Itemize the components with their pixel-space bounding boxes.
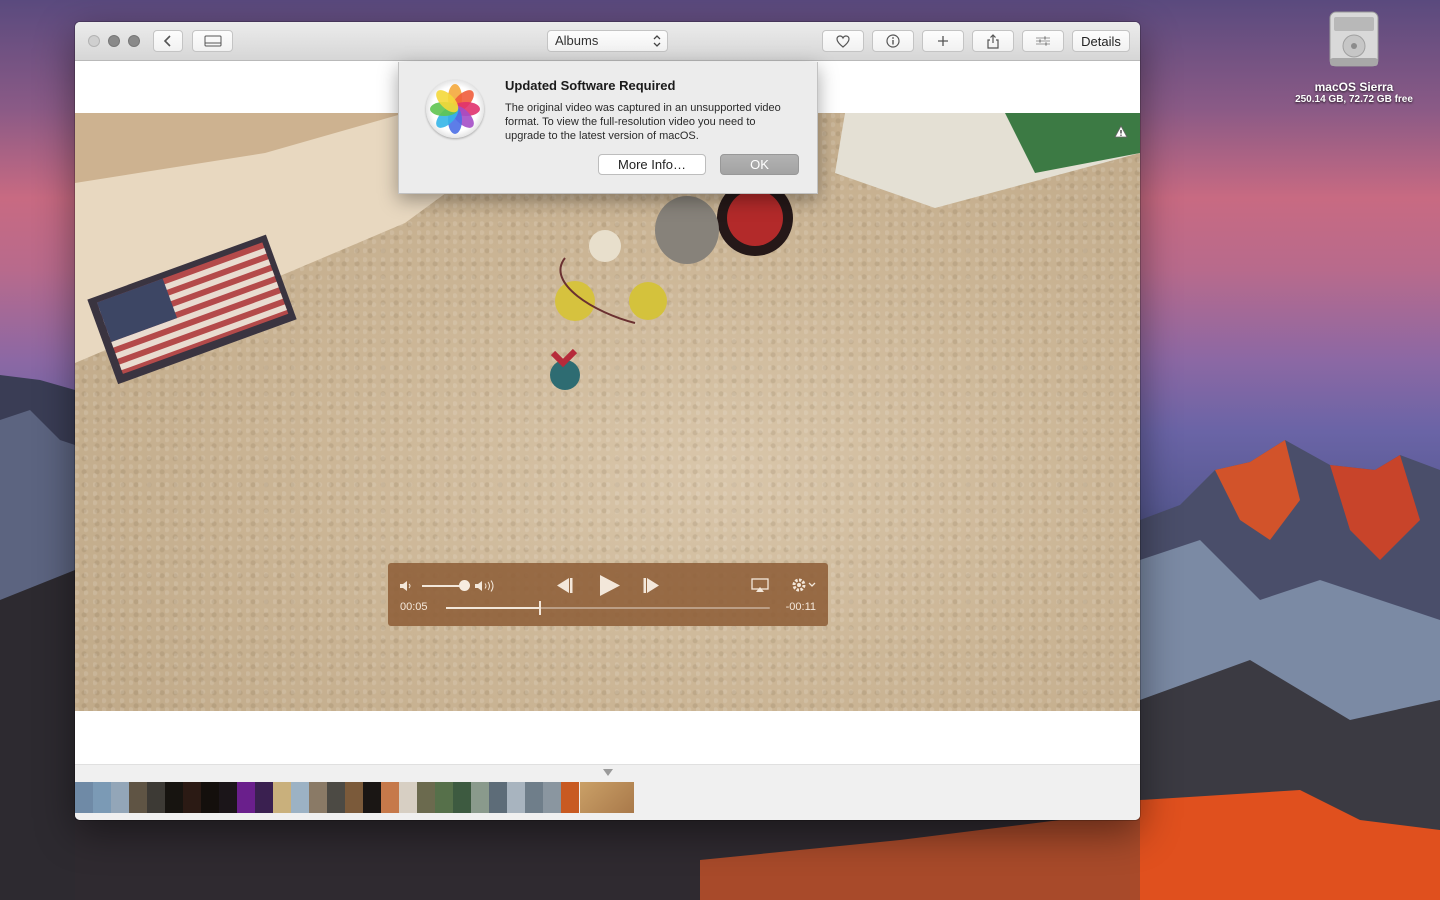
- plus-icon: [938, 36, 948, 46]
- filmstrip-thumbnail[interactable]: [327, 782, 345, 813]
- warning-icon: [1114, 125, 1128, 138]
- filmstrip-thumbnail[interactable]: [201, 782, 219, 813]
- more-info-button[interactable]: More Info…: [598, 154, 706, 175]
- play-icon[interactable]: [598, 574, 622, 597]
- filmstrip-thumbnail[interactable]: [471, 782, 489, 813]
- current-time: 00:05: [400, 601, 428, 613]
- ok-button[interactable]: OK: [720, 154, 799, 175]
- alert-message: The original video was captured in an un…: [505, 102, 781, 142]
- filmstrip-thumbnail[interactable]: [147, 782, 165, 813]
- filmstrip-thumbnail[interactable]: [507, 782, 525, 813]
- info-button[interactable]: [872, 30, 914, 52]
- skip-back-icon[interactable]: [553, 577, 573, 594]
- scrubber[interactable]: [446, 601, 770, 615]
- volume-slider[interactable]: [422, 585, 464, 587]
- filmstrip-thumbnail[interactable]: [399, 782, 417, 813]
- heart-icon: [836, 34, 850, 48]
- scrubber-progress: [446, 607, 540, 609]
- filmstrip-thumbnail[interactable]: [129, 782, 147, 813]
- alert-title: Updated Software Required: [505, 78, 676, 93]
- volume-high-icon: [475, 580, 494, 592]
- filmstrip-thumbnail[interactable]: [237, 782, 255, 813]
- albums-popup[interactable]: Albums: [547, 30, 668, 52]
- filmstrip-thumbnail[interactable]: [363, 782, 381, 813]
- desktop-drive-macos-sierra[interactable]: macOS Sierra 250.14 GB, 72.72 GB free: [1295, 8, 1413, 105]
- filmstrip-thumbnails: [75, 782, 579, 813]
- hard-drive-icon: [1326, 8, 1382, 70]
- filmstrip-thumbnail[interactable]: [111, 782, 129, 813]
- filmstrip-thumbnail[interactable]: [381, 782, 399, 813]
- video-viewer[interactable]: 00:05 -00:11: [75, 113, 1140, 711]
- photos-window: Albums Details 00:05 -00:11 Updated Soft…: [75, 22, 1140, 820]
- chevron-left-icon: [163, 35, 171, 47]
- scrubber-playhead[interactable]: [538, 601, 541, 615]
- drive-name: macOS Sierra: [1314, 80, 1394, 94]
- favorite-button[interactable]: [822, 30, 864, 52]
- current-photo-pointer-icon: [603, 769, 613, 776]
- volume-slider-knob[interactable]: [459, 580, 470, 591]
- filmstrip-thumbnail[interactable]: [489, 782, 507, 813]
- share-button[interactable]: [972, 30, 1014, 52]
- sliders-icon: [1036, 36, 1050, 46]
- albums-popup-label: Albums: [555, 33, 599, 48]
- photos-app-icon: [426, 80, 484, 138]
- info-icon: [886, 34, 900, 48]
- filmstrip-thumbnail[interactable]: [309, 782, 327, 813]
- toggle-sidebar-button[interactable]: [192, 30, 233, 52]
- details-label: Details: [1081, 33, 1121, 49]
- share-icon: [987, 33, 999, 49]
- airplay-icon[interactable]: [751, 578, 769, 593]
- filmstrip-thumbnail[interactable]: [183, 782, 201, 813]
- filmstrip-thumbnail[interactable]: [561, 782, 579, 813]
- back-button[interactable]: [153, 30, 183, 52]
- filmstrip-thumbnail[interactable]: [93, 782, 111, 813]
- updown-chevron-icon: [653, 35, 661, 47]
- details-button[interactable]: Details: [1072, 30, 1130, 52]
- filmstrip-thumbnail[interactable]: [273, 782, 291, 813]
- filmstrip-thumbnail[interactable]: [255, 782, 273, 813]
- alert-sheet: Updated Software Required The original v…: [398, 62, 818, 194]
- filmstrip-thumbnail[interactable]: [219, 782, 237, 813]
- filmstrip-thumbnail[interactable]: [75, 782, 93, 813]
- minimize-button[interactable]: [108, 35, 120, 47]
- playback-controls: 00:05 -00:11: [388, 563, 828, 626]
- edit-adjust-button[interactable]: [1022, 30, 1064, 52]
- gear-menu-icon[interactable]: [791, 577, 817, 593]
- skip-forward-icon[interactable]: [643, 577, 663, 594]
- toolbar: Albums Details: [75, 22, 1140, 61]
- filmstrip-thumbnail[interactable]: [165, 782, 183, 813]
- filmstrip: [75, 764, 1140, 820]
- filmstrip-thumbnail[interactable]: [453, 782, 471, 813]
- close-button[interactable]: [88, 35, 100, 47]
- volume-low-icon: [400, 581, 411, 591]
- remaining-time: -00:11: [785, 601, 816, 613]
- filmstrip-current-thumbnail[interactable]: [580, 782, 634, 813]
- zoom-button[interactable]: [128, 35, 140, 47]
- filmstrip-thumbnail[interactable]: [345, 782, 363, 813]
- add-button[interactable]: [922, 30, 964, 52]
- sidebar-icon: [204, 35, 221, 47]
- filmstrip-thumbnail[interactable]: [291, 782, 309, 813]
- drive-info: 250.14 GB, 72.72 GB free: [1295, 94, 1413, 105]
- filmstrip-thumbnail[interactable]: [525, 782, 543, 813]
- filmstrip-thumbnail[interactable]: [435, 782, 453, 813]
- filmstrip-thumbnail[interactable]: [543, 782, 561, 813]
- filmstrip-thumbnail[interactable]: [417, 782, 435, 813]
